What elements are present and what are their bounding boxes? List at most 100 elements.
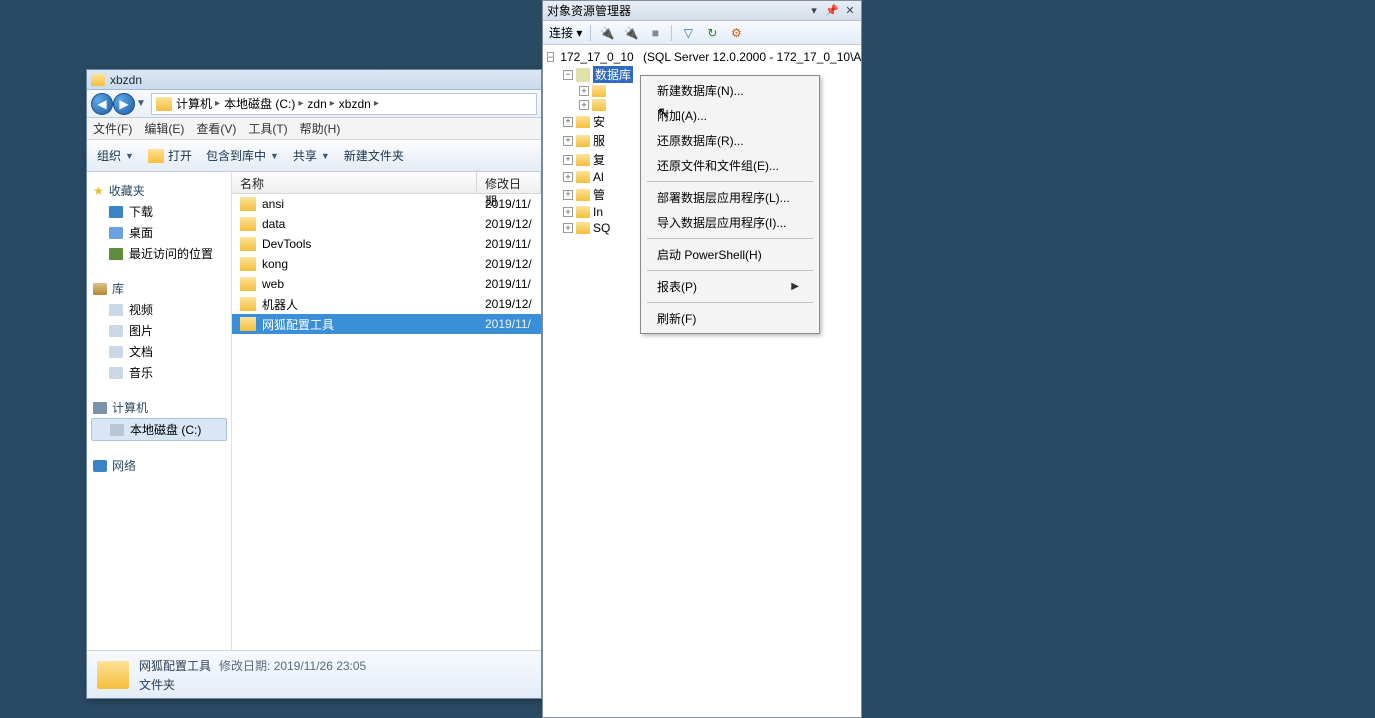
folder-icon — [240, 277, 256, 291]
file-row[interactable]: 网狐配置工具2019/11/ — [232, 314, 541, 334]
menu-tools[interactable]: 工具(T) — [248, 120, 287, 137]
ctx-report[interactable]: 报表(P)▶ — [643, 274, 817, 299]
expand-icon[interactable]: + — [563, 207, 573, 217]
properties-icon[interactable]: ⚙ — [728, 25, 744, 41]
folder-icon — [576, 206, 590, 218]
folder-icon — [240, 217, 256, 231]
tree-label: 安 — [593, 113, 605, 130]
file-date: 2019/12/ — [477, 297, 541, 311]
ctx-refresh[interactable]: 刷新(F) — [643, 306, 817, 331]
server-node[interactable]: − 172_17_0_10 (SQL Server 12.0.2000 - 17… — [545, 49, 859, 65]
address-bar[interactable]: 计算机▸ 本地磁盘 (C:)▸ zdn▸ xbzdn▸ — [151, 93, 537, 115]
file-row[interactable]: ansi2019/11/ — [232, 194, 541, 214]
library-icon — [93, 283, 107, 295]
file-row[interactable]: DevTools2019/11/ — [232, 234, 541, 254]
chevron-right-icon: ▸ — [215, 98, 220, 109]
file-date: 2019/11/ — [477, 197, 541, 211]
folder-icon — [576, 154, 590, 166]
sidebar-network[interactable]: 网络 — [91, 455, 227, 476]
file-row[interactable]: kong2019/12/ — [232, 254, 541, 274]
crumb[interactable]: 本地磁盘 (C:) — [224, 95, 295, 112]
sidebar-computer[interactable]: 计算机 — [91, 397, 227, 418]
file-list: 名称 修改日期 ansi2019/11/data2019/12/DevTools… — [232, 172, 541, 650]
network-icon — [93, 460, 107, 472]
share-button[interactable]: 共享▼ — [293, 147, 330, 164]
menu-file[interactable]: 文件(F) — [93, 120, 132, 137]
open-button[interactable]: 打开 — [148, 147, 192, 164]
crumb[interactable]: 计算机 — [176, 95, 212, 112]
ctx-deploy[interactable]: 部署数据层应用程序(L)... — [643, 185, 817, 210]
sidebar-item-desktop[interactable]: 桌面 — [91, 222, 227, 243]
folder-icon — [240, 257, 256, 271]
close-icon[interactable]: ✕ — [843, 4, 857, 18]
menu-help[interactable]: 帮助(H) — [300, 120, 341, 137]
ctx-restore-db[interactable]: 还原数据库(R)... — [643, 128, 817, 153]
nav-back-button[interactable]: ◀ — [91, 93, 113, 115]
file-row[interactable]: 机器人2019/12/ — [232, 294, 541, 314]
dropdown-icon[interactable]: ▾ — [807, 4, 821, 18]
object-explorer-titlebar[interactable]: 对象资源管理器 ▾ 📌 ✕ — [543, 1, 861, 21]
expand-icon[interactable]: + — [563, 190, 573, 200]
expand-icon[interactable]: + — [563, 136, 573, 146]
column-name[interactable]: 名称 — [232, 172, 477, 193]
connect-button[interactable]: 连接 ▾ — [549, 24, 582, 41]
menu-view[interactable]: 查看(V) — [196, 120, 236, 137]
ctx-import[interactable]: 导入数据层应用程序(I)... — [643, 210, 817, 235]
ctx-new-database[interactable]: 新建数据库(N)... — [643, 78, 817, 103]
ctx-powershell[interactable]: 启动 PowerShell(H) — [643, 242, 817, 267]
ctx-attach[interactable]: 附加(A)... — [643, 103, 817, 128]
collapse-icon[interactable]: − — [547, 52, 554, 62]
file-row[interactable]: web2019/11/ — [232, 274, 541, 294]
file-date: 2019/11/ — [477, 317, 541, 331]
sidebar-item-pictures[interactable]: 图片 — [91, 320, 227, 341]
sidebar-favorites[interactable]: ★收藏夹 — [91, 180, 227, 201]
nav-forward-button[interactable]: ▶ — [113, 93, 135, 115]
expand-icon[interactable]: + — [579, 100, 589, 110]
column-modified[interactable]: 修改日期 — [477, 172, 541, 193]
folder-icon — [240, 237, 256, 251]
desktop-icon — [109, 227, 123, 239]
folder-icon — [240, 297, 256, 311]
include-button[interactable]: 包含到库中▼ — [206, 147, 279, 164]
chevron-right-icon: ▸ — [374, 98, 379, 109]
folder-icon — [592, 99, 606, 111]
expand-icon[interactable]: + — [563, 117, 573, 127]
sidebar-item-recent[interactable]: 最近访问的位置 — [91, 243, 227, 264]
sidebar-item-documents[interactable]: 文档 — [91, 341, 227, 362]
filter-icon[interactable]: ▽ — [680, 25, 696, 41]
picture-icon — [109, 325, 123, 337]
sidebar-item-video[interactable]: 视频 — [91, 299, 227, 320]
explorer-titlebar[interactable]: xbzdn — [87, 70, 541, 90]
crumb[interactable]: zdn — [307, 97, 326, 111]
crumb[interactable]: xbzdn — [339, 97, 371, 111]
nav-history-dropdown[interactable]: ▼ — [135, 93, 147, 115]
menu-edit[interactable]: 编辑(E) — [144, 120, 184, 137]
expand-icon[interactable]: + — [563, 172, 573, 182]
connect-icon[interactable]: 🔌 — [599, 25, 615, 41]
organize-button[interactable]: 组织▼ — [97, 147, 134, 164]
folder-icon — [592, 85, 606, 97]
expand-icon[interactable]: + — [563, 223, 573, 233]
ctx-restore-files[interactable]: 还原文件和文件组(E)... — [643, 153, 817, 178]
stop-icon[interactable]: ■ — [647, 25, 663, 41]
expand-icon[interactable]: + — [563, 155, 573, 165]
collapse-icon[interactable]: − — [563, 70, 573, 80]
newfolder-button[interactable]: 新建文件夹 — [344, 147, 404, 164]
tree-label: 服 — [593, 132, 605, 149]
object-explorer-title: 对象资源管理器 — [547, 2, 631, 19]
sidebar-item-downloads[interactable]: 下载 — [91, 201, 227, 222]
refresh-icon[interactable]: ↻ — [704, 25, 720, 41]
folder-icon — [576, 222, 590, 234]
sidebar-libraries[interactable]: 库 — [91, 278, 227, 299]
file-row[interactable]: data2019/12/ — [232, 214, 541, 234]
tree-label: Al — [593, 170, 604, 184]
folder-icon — [91, 74, 105, 86]
sidebar-item-local-disk[interactable]: 本地磁盘 (C:) — [91, 418, 227, 441]
folder-icon — [240, 317, 256, 331]
expand-icon[interactable]: + — [579, 86, 589, 96]
pin-icon[interactable]: 📌 — [825, 4, 839, 18]
sidebar-item-music[interactable]: 音乐 — [91, 362, 227, 383]
folder-open-icon — [148, 149, 164, 163]
file-name: kong — [262, 257, 288, 271]
disconnect-icon[interactable]: 🔌 — [623, 25, 639, 41]
